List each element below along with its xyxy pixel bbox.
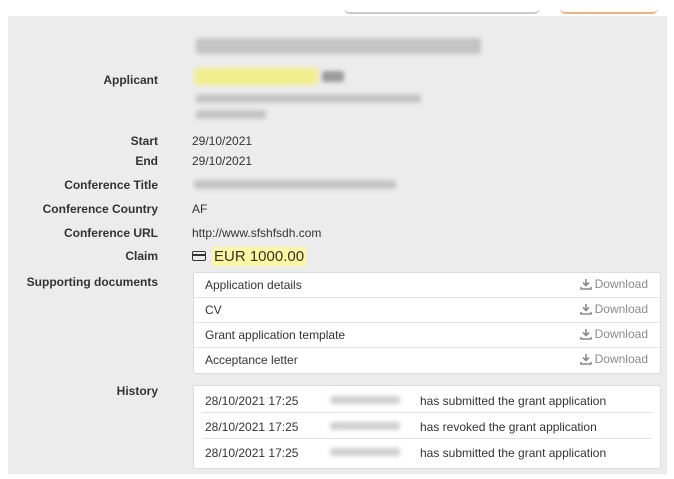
conference-url[interactable]: http://www.sfshfsdh.com — [192, 226, 321, 240]
download-label: Download — [594, 352, 648, 366]
history-row: 28/10/2021 17:25 has submitted the grant… — [194, 440, 660, 465]
redacted-history-actor — [320, 389, 420, 411]
history-action: has submitted the grant application — [420, 446, 607, 460]
grant-application-details: Applicant Start 29/10/2021 End 29/10/202… — [8, 16, 667, 474]
conference-url-label: Conference URL — [63, 226, 158, 240]
redacted-applicant-affiliation — [196, 94, 421, 103]
download-label: Download — [594, 277, 648, 291]
applicant-label: Applicant — [103, 73, 158, 87]
redacted-history-actor — [320, 415, 420, 437]
document-name: Acceptance letter — [205, 353, 298, 367]
history-action: has revoked the grant application — [420, 420, 597, 434]
documents-list: Application details Download CV Download… — [193, 272, 661, 374]
toolbar-button-right[interactable] — [560, 0, 658, 14]
download-link[interactable]: Download — [579, 277, 648, 291]
download-link[interactable]: Download — [579, 327, 648, 341]
document-row: CV Download — [194, 298, 660, 323]
claim-label: Claim — [125, 249, 158, 263]
document-row: Application details Download — [194, 273, 660, 298]
document-row: Acceptance letter Download — [194, 348, 660, 372]
document-name: CV — [205, 303, 222, 317]
redacted-conference-title — [194, 180, 396, 189]
conference-country: AF — [192, 202, 208, 216]
toolbar-button-left[interactable] — [344, 0, 540, 14]
end-label: End — [135, 154, 158, 168]
document-name: Grant application template — [205, 328, 346, 342]
history-action: has submitted the grant application — [420, 394, 607, 408]
download-label: Download — [594, 327, 648, 341]
history-label: History — [116, 384, 158, 398]
claim-amount: EUR 1000.00 — [212, 246, 307, 266]
supporting-documents-label: Supporting documents — [26, 275, 158, 289]
conference-country-label: Conference Country — [42, 202, 158, 216]
document-row: Grant application template Download — [194, 323, 660, 348]
credit-card-icon — [192, 251, 206, 261]
download-label: Download — [594, 302, 648, 316]
conference-title-label: Conference Title — [64, 178, 158, 192]
download-link[interactable]: Download — [579, 302, 648, 316]
download-icon — [579, 304, 592, 315]
download-icon — [579, 329, 592, 340]
history-row: 28/10/2021 17:25 has revoked the grant a… — [194, 414, 660, 439]
start-date: 29/10/2021 — [192, 134, 253, 148]
history-row: 28/10/2021 17:25 has submitted the grant… — [194, 388, 660, 413]
download-icon — [579, 354, 592, 365]
redacted-applicant-name — [194, 68, 318, 85]
redacted-history-actor — [320, 441, 420, 463]
document-name: Application details — [205, 278, 302, 292]
claim-value: EUR 1000.00 — [192, 245, 307, 267]
history-timestamp: 28/10/2021 17:25 — [205, 420, 299, 434]
redacted-heading — [196, 38, 481, 54]
redacted-applicant-badge — [322, 71, 344, 82]
top-toolbar — [0, 0, 674, 14]
history-list: 28/10/2021 17:25 has submitted the grant… — [193, 385, 661, 469]
history-timestamp: 28/10/2021 17:25 — [205, 446, 299, 460]
redacted-applicant-location — [196, 110, 266, 119]
download-link[interactable]: Download — [579, 352, 648, 366]
history-timestamp: 28/10/2021 17:25 — [205, 394, 299, 408]
start-label: Start — [130, 134, 158, 148]
download-icon — [579, 279, 592, 290]
end-date: 29/10/2021 — [192, 154, 253, 168]
